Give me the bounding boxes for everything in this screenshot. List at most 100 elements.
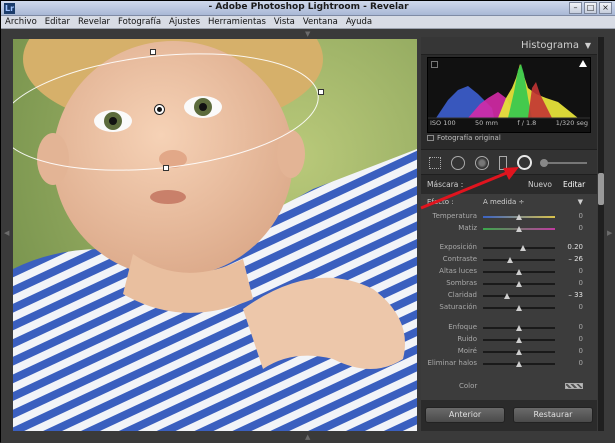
- adjustment-value[interactable]: 0: [559, 359, 583, 367]
- histogram-header[interactable]: Histograma ▼: [421, 37, 597, 55]
- color-label: Color: [459, 382, 478, 390]
- previous-button[interactable]: Anterior: [425, 407, 505, 423]
- adjustment-label: Eliminar halos: [427, 359, 477, 367]
- adjustment-value[interactable]: 0: [559, 335, 583, 343]
- slider-thumb[interactable]: [516, 337, 522, 343]
- adjustment-row: Claridad – 33: [421, 291, 597, 301]
- menu-editar[interactable]: Editar: [41, 16, 74, 28]
- mask-edit-button[interactable]: Editar: [563, 180, 585, 189]
- right-panel: Histograma ▼ ISO 100 50 mm f / 1.8 1/320…: [421, 37, 597, 431]
- menu-ventana[interactable]: Ventana: [299, 16, 342, 28]
- slider-thumb[interactable]: [516, 269, 522, 275]
- photo-image: [13, 39, 417, 431]
- slider-thumb[interactable]: [504, 293, 511, 299]
- histogram-title: Histograma: [520, 40, 579, 51]
- menu-fotografia[interactable]: Fotografía: [114, 16, 165, 28]
- title-bar: Lr - Adobe Photoshop Lightroom - Revelar…: [1, 1, 615, 16]
- filter-handle-top[interactable]: [150, 49, 156, 55]
- adjustment-slider[interactable]: [483, 269, 555, 275]
- slider-thumb[interactable]: [519, 245, 526, 251]
- adjustment-slider[interactable]: [483, 305, 555, 311]
- adjustment-row: Moiré 0: [421, 347, 597, 357]
- window-title: - Adobe Photoshop Lightroom - Revelar: [208, 2, 409, 12]
- adjustment-value[interactable]: 0: [559, 212, 583, 220]
- menu-ayuda[interactable]: Ayuda: [342, 16, 376, 28]
- close-button[interactable]: ×: [599, 2, 612, 14]
- right-panel-toggle-icon[interactable]: ▶: [607, 229, 612, 237]
- adjustment-slider[interactable]: [483, 349, 555, 355]
- adjustment-label: Exposición: [439, 243, 477, 251]
- color-swatch[interactable]: [565, 383, 583, 389]
- scrollbar-thumb[interactable]: [598, 173, 604, 205]
- adjustment-slider[interactable]: [483, 293, 555, 299]
- adjustment-slider[interactable]: [483, 214, 555, 220]
- slider-thumb[interactable]: [516, 281, 522, 287]
- adjustment-brush-knob[interactable]: [540, 159, 548, 167]
- left-panel-toggle-icon[interactable]: ◀: [4, 229, 9, 237]
- adjustments-panel: Efecto : A medida ÷ ▼ Temperatura 0 Matiz 0…: [421, 194, 597, 400]
- shadow-clipping-icon[interactable]: [431, 61, 438, 68]
- panel-scrollbar[interactable]: [598, 37, 604, 431]
- adjustment-value[interactable]: – 26: [559, 255, 583, 263]
- adjustment-value[interactable]: 0.20: [559, 243, 583, 251]
- filter-handle-bottom[interactable]: [163, 165, 169, 171]
- slider-thumb[interactable]: [516, 349, 522, 355]
- slider-thumb[interactable]: [516, 325, 522, 331]
- adjustment-slider[interactable]: [483, 257, 555, 263]
- adjustment-value[interactable]: 0: [559, 347, 583, 355]
- adjustment-value[interactable]: 0: [559, 279, 583, 287]
- adjustment-value[interactable]: 0: [559, 303, 583, 311]
- effect-collapse-icon[interactable]: ▼: [578, 198, 583, 206]
- highlight-clipping-icon[interactable]: [579, 60, 587, 67]
- shutter-value: 1/320 seg: [555, 119, 588, 127]
- filter-center-pin[interactable]: [154, 104, 165, 115]
- bottom-buttons: Anterior Restaurar: [421, 405, 597, 427]
- adjustment-brush-slider[interactable]: [540, 159, 587, 167]
- reset-button[interactable]: Restaurar: [513, 407, 593, 423]
- original-photo-icon: [427, 135, 434, 141]
- adjustment-row: Exposición 0.20: [421, 243, 597, 253]
- slider-thumb[interactable]: [506, 257, 513, 263]
- adjustment-value[interactable]: – 33: [559, 291, 583, 299]
- adjustment-label: Altas luces: [439, 267, 477, 275]
- top-panel-toggle-icon[interactable]: ▼: [305, 30, 310, 38]
- adjustment-label: Claridad: [447, 291, 477, 299]
- slider-thumb[interactable]: [516, 361, 522, 367]
- adjustment-slider[interactable]: [483, 337, 555, 343]
- collapse-triangle-icon[interactable]: ▼: [585, 41, 591, 50]
- minimize-button[interactable]: –: [569, 2, 582, 14]
- menu-herramientas[interactable]: Herramientas: [204, 16, 270, 28]
- slider-thumb[interactable]: [516, 305, 522, 311]
- annotation-arrow: [420, 167, 519, 210]
- menu-archivo[interactable]: Archivo: [1, 16, 41, 28]
- adjustment-row: Contraste – 26: [421, 255, 597, 265]
- adjustment-label: Moiré: [457, 347, 477, 355]
- aperture-value: f / 1.8: [517, 119, 537, 127]
- menu-bar: Archivo Editar Revelar Fotografía Ajuste…: [1, 16, 615, 29]
- adjustment-slider[interactable]: [483, 361, 555, 367]
- adjustment-slider[interactable]: [483, 281, 555, 287]
- original-photo-toggle[interactable]: Fotografía original: [427, 134, 501, 142]
- adjustment-value[interactable]: 0: [559, 323, 583, 331]
- menu-ajustes[interactable]: Ajustes: [165, 16, 204, 28]
- adjustment-label: Ruido: [457, 335, 477, 343]
- adjustment-label: Matiz: [458, 224, 477, 232]
- adjustment-row: Altas luces 0: [421, 267, 597, 277]
- adjustment-row: Matiz 0: [421, 224, 597, 234]
- adjustment-label: Sombras: [446, 279, 477, 287]
- bottom-panel-toggle-icon[interactable]: ▲: [305, 433, 310, 441]
- adjustment-value[interactable]: 0: [559, 267, 583, 275]
- adjustment-value[interactable]: 0: [559, 224, 583, 232]
- slider-thumb[interactable]: [516, 226, 522, 232]
- mask-new-button[interactable]: Nuevo: [528, 180, 552, 189]
- filter-handle-right[interactable]: [318, 89, 324, 95]
- adjustment-slider[interactable]: [483, 226, 555, 232]
- photo-canvas[interactable]: [13, 39, 417, 431]
- adjustment-slider[interactable]: [483, 245, 555, 251]
- menu-vista[interactable]: Vista: [270, 16, 299, 28]
- adjustment-row: Eliminar halos 0: [421, 359, 597, 369]
- iso-value: ISO 100: [430, 119, 456, 127]
- adjustment-slider[interactable]: [483, 325, 555, 331]
- maximize-button[interactable]: □: [584, 2, 597, 14]
- menu-revelar[interactable]: Revelar: [74, 16, 114, 28]
